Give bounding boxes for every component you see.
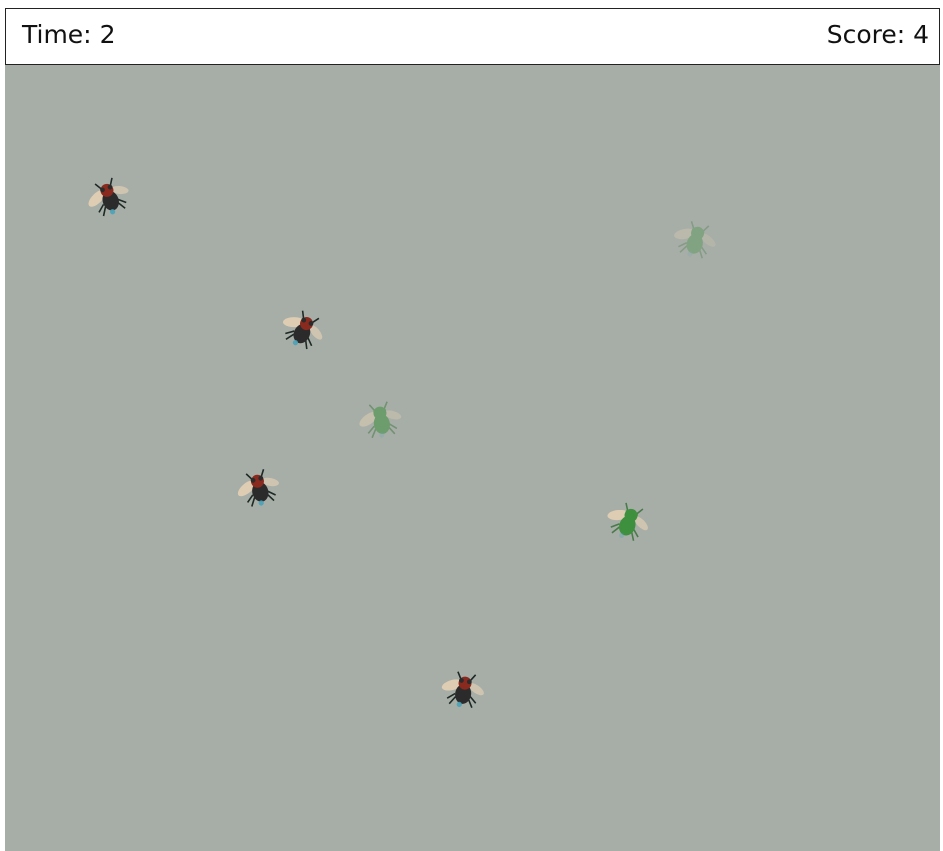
play-field[interactable]	[5, 65, 940, 851]
fly-squashed-icon	[359, 401, 402, 439]
score-label: Score: 4	[826, 20, 929, 49]
bug-squashed	[667, 210, 726, 269]
fly-icon	[282, 310, 323, 350]
game-area: Time: 2 Score: 4	[5, 8, 940, 851]
bug-squashed	[353, 391, 409, 447]
score-readout: Score: 4	[827, 20, 929, 50]
bug-live[interactable]	[230, 458, 289, 517]
fly-icon	[88, 177, 129, 217]
bug-live[interactable]	[78, 165, 140, 227]
bug-live[interactable]	[436, 661, 492, 717]
fly-icon	[441, 671, 484, 708]
fly-squashed-icon	[674, 220, 716, 259]
fly-icon	[237, 468, 279, 507]
bug-live[interactable]	[272, 297, 336, 361]
time-value: 2	[99, 20, 116, 49]
time-label: Time:	[22, 20, 92, 49]
fly-squashed-icon	[607, 502, 648, 541]
time-readout: Time: 2	[22, 20, 116, 50]
bug-squashed	[598, 490, 660, 552]
hud-bar: Time: 2 Score: 4	[5, 8, 940, 65]
